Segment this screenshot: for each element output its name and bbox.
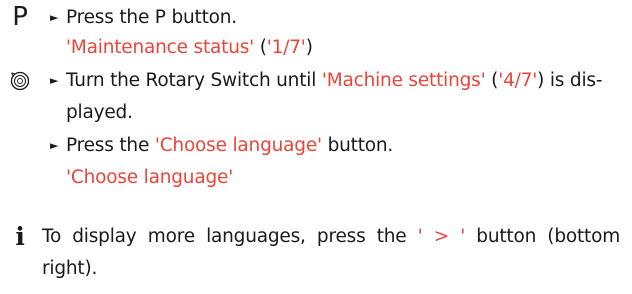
info-note-line-1: To display more languages, press the ' >… (42, 222, 620, 252)
note-word: the (376, 226, 407, 247)
rotary-switch-svg (10, 71, 30, 91)
note-word: (bottom (547, 226, 621, 247)
note-word: button (476, 226, 537, 247)
paren-close: ) (305, 37, 313, 58)
machine-settings-label: 'Machine settings' (321, 70, 486, 91)
note-word: press (316, 226, 366, 247)
choose-language-screen-label: 'Choose language' (66, 167, 234, 188)
step-2-tail: ) is dis- (537, 70, 603, 91)
maintenance-status-label: 'Maintenance status' (66, 37, 255, 58)
step-2-continuation: played. (66, 102, 133, 123)
step-2-instruction: Turn the Rotary Switch until (66, 70, 322, 91)
step-1-text: Press the P button. (66, 3, 622, 33)
note-word: display (72, 226, 137, 247)
paren-open: ( (254, 37, 267, 58)
page-indicator-1: '1/7' (266, 37, 306, 58)
step-3-result-row: 'Choose language' (0, 163, 632, 193)
note-word: To (42, 226, 62, 247)
info-note-line-2-row: right). (0, 254, 632, 284)
rotary-switch-icon (0, 66, 40, 96)
p-key-icon: P (0, 3, 40, 33)
step-1-result: 'Maintenance status' ('1/7') (66, 33, 622, 63)
next-arrow-button-label: ' > ' (417, 226, 466, 247)
choose-language-button-label: 'Choose language' (154, 135, 322, 156)
info-note-line-2: right). (42, 258, 98, 279)
bullet-icon: ► (50, 74, 59, 87)
step-2-text: Turn the Rotary Switch until 'Machine se… (66, 66, 622, 96)
info-glyph: i (15, 222, 25, 251)
info-icon: i (0, 222, 40, 252)
step-2-continued-row: played. (0, 98, 632, 128)
bullet-icon: ► (50, 11, 59, 24)
step-1-instruction: Press the P button. (66, 7, 237, 28)
step-1-result-row: 'Maintenance status' ('1/7') (0, 33, 632, 63)
step-3-tail: button. (321, 135, 394, 156)
step-2-row: ► Turn the Rotary Switch until 'Machine … (0, 66, 632, 96)
paren-open: ( (485, 70, 499, 91)
step-3-row: ► Press the 'Choose language' button. (0, 131, 632, 161)
note-word: more (147, 226, 195, 247)
p-key-label: P (12, 2, 28, 32)
step-3-instruction: Press the (66, 135, 155, 156)
step-3-text: Press the 'Choose language' button. (66, 131, 622, 161)
step-1-row: P ► Press the P button. (0, 3, 632, 33)
bullet-icon: ► (50, 139, 59, 152)
info-note-row: i To display more languages, press the '… (0, 222, 632, 252)
note-word: languages, (206, 226, 306, 247)
page-indicator-4: '4/7' (498, 70, 538, 91)
